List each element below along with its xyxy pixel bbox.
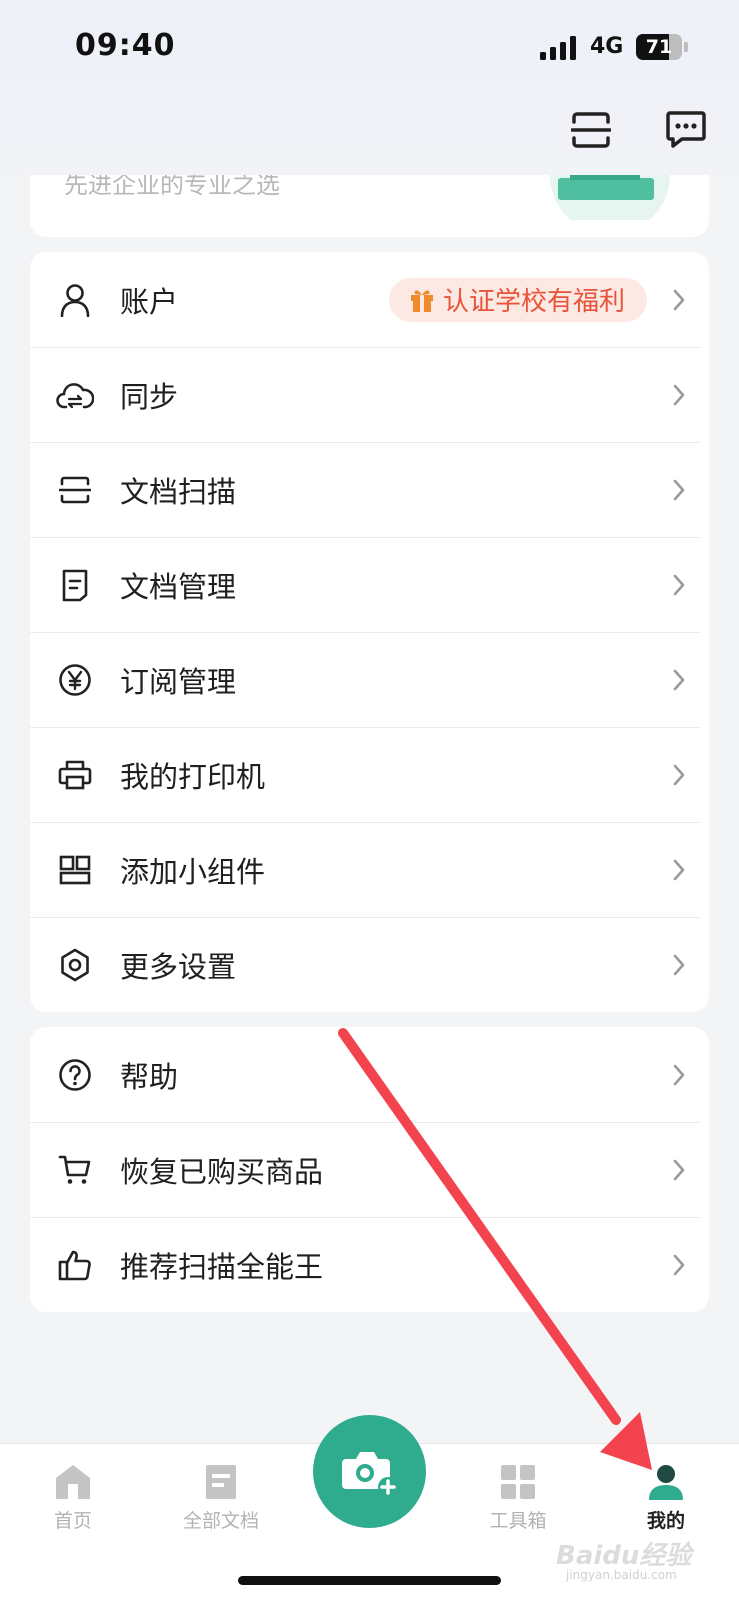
- tab-label: 我的: [646, 1510, 685, 1532]
- menu-item-label: 推荐扫描全能王: [120, 1249, 324, 1284]
- tab-toolbox[interactable]: 工具箱: [453, 1462, 583, 1542]
- chevron-right-icon: [673, 859, 685, 880]
- yen-icon: [56, 661, 94, 699]
- menu-item-label: 添加小组件: [120, 854, 266, 889]
- tab-label: 工具箱: [489, 1510, 547, 1532]
- gift-icon: [410, 289, 433, 312]
- gear-icon: [56, 946, 94, 984]
- chevron-right-icon: [673, 289, 685, 310]
- chevron-right-icon: [673, 954, 685, 975]
- network-type: 4G: [590, 34, 624, 59]
- message-icon: [666, 111, 706, 148]
- tab-home[interactable]: 首页: [8, 1462, 138, 1542]
- menu-item-help[interactable]: 帮助: [30, 1027, 709, 1122]
- tab-label: 首页: [53, 1510, 92, 1532]
- camera-capture-button[interactable]: [313, 1415, 426, 1528]
- menu-item-label: 订阅管理: [120, 664, 237, 699]
- cart-icon: [56, 1151, 94, 1189]
- widget-icon: [56, 851, 94, 889]
- menu-item-label: 文档扫描: [120, 474, 237, 509]
- chevron-right-icon: [673, 669, 685, 690]
- menu-item-account[interactable]: 账户 认证学校有福利: [30, 252, 709, 347]
- signal-icon: [540, 36, 576, 60]
- scan-icon: [571, 112, 611, 148]
- support-menu-card: 帮助 恢复已购买商品 推荐扫描全能王: [30, 1027, 709, 1312]
- watermark-url: jingyan.baidu.com: [566, 1568, 677, 1582]
- home-icon: [56, 1465, 90, 1499]
- status-bar: 09:40 4G 71: [0, 0, 739, 95]
- menu-item-sync[interactable]: 同步: [30, 347, 709, 442]
- menu-item-label: 账户: [120, 284, 179, 319]
- menu-item-label: 同步: [120, 379, 179, 414]
- menu-item-label: 恢复已购买商品: [120, 1154, 324, 1189]
- chevron-right-icon: [673, 1064, 685, 1085]
- grid-icon: [501, 1465, 535, 1499]
- menu-item-more-settings[interactable]: 更多设置: [30, 917, 709, 1012]
- battery-icon: 71: [636, 34, 688, 60]
- battery-level: 71: [645, 36, 673, 58]
- help-icon: [56, 1056, 94, 1094]
- chevron-right-icon: [673, 479, 685, 500]
- menu-item-label: 我的打印机: [120, 759, 266, 794]
- menu-item-document-management[interactable]: 文档管理: [30, 537, 709, 632]
- home-indicator: [238, 1576, 501, 1585]
- menu-item-label: 文档管理: [120, 569, 237, 604]
- school-benefit-badge[interactable]: 认证学校有福利: [388, 277, 647, 322]
- printer-icon: [56, 756, 94, 794]
- menu-item-restore-purchases[interactable]: 恢复已购买商品: [30, 1122, 709, 1217]
- watermark: Baidu经验 jingyan.baidu.com: [556, 1535, 716, 1585]
- user-icon: [56, 281, 94, 319]
- chevron-right-icon: [673, 1159, 685, 1180]
- thumbs-up-icon: [56, 1246, 94, 1284]
- menu-item-add-widget[interactable]: 添加小组件: [30, 822, 709, 917]
- scan-button[interactable]: [566, 105, 616, 155]
- badge-text: 认证学校有福利: [442, 287, 625, 317]
- tab-mine[interactable]: 我的: [601, 1462, 731, 1542]
- menu-item-document-scan[interactable]: 文档扫描: [30, 442, 709, 537]
- tab-label: 全部文档: [182, 1510, 259, 1532]
- document-icon: [56, 566, 94, 604]
- menu-item-label: 帮助: [120, 1059, 179, 1094]
- chevron-right-icon: [673, 384, 685, 405]
- chevron-right-icon: [673, 574, 685, 595]
- menu-item-my-printer[interactable]: 我的打印机: [30, 727, 709, 822]
- status-time: 09:40: [75, 28, 176, 63]
- settings-menu-card: 账户 认证学校有福利 同步 文档扫描 文档管理 订阅管理 我的打印机 添加小组件…: [30, 252, 709, 1012]
- menu-item-label: 更多设置: [120, 949, 237, 984]
- camera-plus-icon: [341, 1451, 398, 1497]
- menu-item-subscription[interactable]: 订阅管理: [30, 632, 709, 727]
- cloud-sync-icon: [56, 376, 94, 414]
- message-button[interactable]: [661, 105, 711, 155]
- watermark-brand: Baidu经验: [556, 1541, 692, 1571]
- document-icon: [206, 1465, 236, 1499]
- tab-all-documents[interactable]: 全部文档: [156, 1462, 286, 1542]
- chevron-right-icon: [673, 764, 685, 785]
- scan-icon: [56, 471, 94, 509]
- person-icon: [649, 1465, 683, 1500]
- menu-item-recommend-app[interactable]: 推荐扫描全能王: [30, 1217, 709, 1312]
- chevron-right-icon: [673, 1254, 685, 1275]
